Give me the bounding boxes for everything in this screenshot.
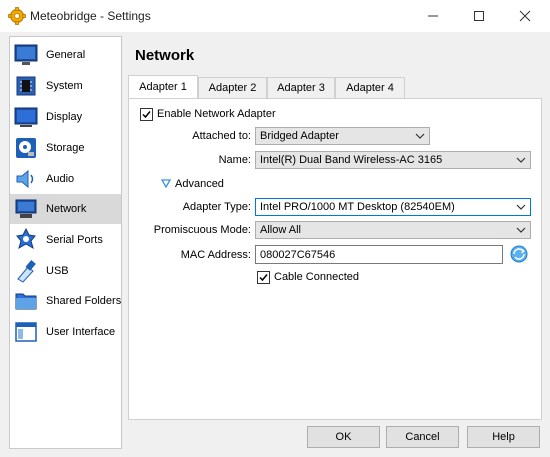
sidebar-item-label: Display [46, 111, 83, 123]
checkmark-icon [259, 274, 268, 282]
maximize-button[interactable] [456, 0, 502, 32]
sidebar-item-audio[interactable]: Audio [10, 164, 121, 194]
settings-sidebar: General System Display Storage Audio Net… [9, 36, 122, 449]
sidebar-item-network[interactable]: Network [10, 194, 121, 224]
monitor-icon [14, 44, 38, 65]
advanced-toggle[interactable]: Advanced [161, 177, 241, 193]
attached-to-select[interactable]: Bridged Adapter [255, 127, 430, 145]
cable-connected-label: Cable Connected [274, 271, 360, 283]
cable-connected-checkbox[interactable] [257, 271, 270, 284]
adapter-type-label: Adapter Type: [182, 201, 251, 213]
enable-adapter-label: Enable Network Adapter [157, 108, 276, 120]
refresh-icon [510, 245, 528, 263]
usb-icon [17, 260, 36, 283]
sidebar-item-general[interactable]: General [10, 40, 121, 70]
disk-icon [16, 138, 36, 158]
window-title: Meteobridge - Settings [30, 9, 151, 23]
sidebar-item-label: Serial Ports [46, 234, 103, 246]
tab-adapter-1[interactable]: Adapter 1 [128, 75, 198, 98]
help-button[interactable]: Help [467, 426, 540, 448]
speaker-icon [16, 169, 34, 189]
page-title: Network [135, 47, 195, 64]
tab-adapter-2[interactable]: Adapter 2 [198, 77, 267, 98]
name-label: Name: [218, 154, 251, 166]
adapter-name-select[interactable]: Intel(R) Dual Band Wireless-AC 3165 [255, 151, 531, 169]
sidebar-item-label: Storage [46, 142, 85, 154]
sidebar-item-storage[interactable]: Storage [10, 133, 121, 163]
close-icon [519, 10, 531, 22]
promiscuous-mode-label: Promiscuous Mode: [153, 224, 251, 236]
chevron-down-icon [516, 157, 526, 163]
promiscuous-mode-value: Allow All [260, 224, 301, 236]
sidebar-item-label: USB [46, 265, 69, 277]
sidebar-item-display[interactable]: Display [10, 102, 121, 132]
sidebar-item-label: User Interface [46, 326, 116, 338]
cancel-button[interactable]: Cancel [386, 426, 459, 448]
network-icon [15, 199, 37, 218]
chevron-down-icon [415, 133, 425, 139]
minimize-button[interactable] [410, 0, 456, 32]
checkmark-icon [142, 111, 151, 119]
serial-port-icon [16, 228, 36, 250]
sidebar-item-label: System [46, 80, 83, 92]
enable-adapter-checkbox[interactable] [140, 108, 153, 121]
minimize-icon [428, 15, 438, 17]
window-icon [15, 322, 37, 342]
attached-to-value: Bridged Adapter [260, 130, 339, 142]
ok-button[interactable]: OK [307, 426, 380, 448]
adapter-type-value: Intel PRO/1000 MT Desktop (82540EM) [260, 201, 455, 213]
sidebar-item-label: Audio [46, 173, 75, 185]
tab-adapter-3[interactable]: Adapter 3 [267, 77, 335, 98]
adapter-type-select[interactable]: Intel PRO/1000 MT Desktop (82540EM) [255, 198, 531, 216]
sidebar-item-label: General [46, 49, 86, 61]
gear-icon [8, 7, 26, 25]
advanced-label: Advanced [175, 178, 224, 190]
sidebar-item-label: Shared Folders [46, 295, 122, 307]
adapter-panel: Enable Network Adapter Attached to: Brid… [128, 98, 542, 420]
title-bar: Meteobridge - Settings [0, 0, 550, 32]
mac-address-label: MAC Address: [180, 249, 251, 261]
maximize-icon [474, 11, 484, 21]
chevron-down-icon [516, 227, 526, 233]
sidebar-item-shared-folders[interactable]: Shared Folders [10, 286, 121, 316]
sidebar-item-label: Network [46, 203, 87, 215]
close-button[interactable] [502, 0, 548, 32]
display-icon [14, 107, 38, 127]
sidebar-item-serial-ports[interactable]: Serial Ports [10, 225, 121, 255]
promiscuous-mode-select[interactable]: Allow All [255, 221, 531, 239]
mac-address-value: 080027C67546 [260, 248, 336, 261]
chevron-down-icon [516, 204, 526, 210]
adapter-name-value: Intel(R) Dual Band Wireless-AC 3165 [260, 154, 443, 166]
sidebar-item-user-interface[interactable]: User Interface [10, 317, 121, 347]
sidebar-item-usb[interactable]: USB [10, 256, 121, 286]
chip-icon [16, 76, 36, 96]
mac-address-input[interactable]: 080027C67546 [255, 245, 503, 264]
attached-to-label: Attached to: [192, 130, 251, 142]
tab-adapter-4[interactable]: Adapter 4 [335, 77, 405, 98]
folder-icon [15, 293, 37, 310]
triangle-down-icon [161, 179, 171, 188]
refresh-mac-button[interactable] [509, 244, 529, 264]
sidebar-item-system[interactable]: System [10, 71, 121, 101]
